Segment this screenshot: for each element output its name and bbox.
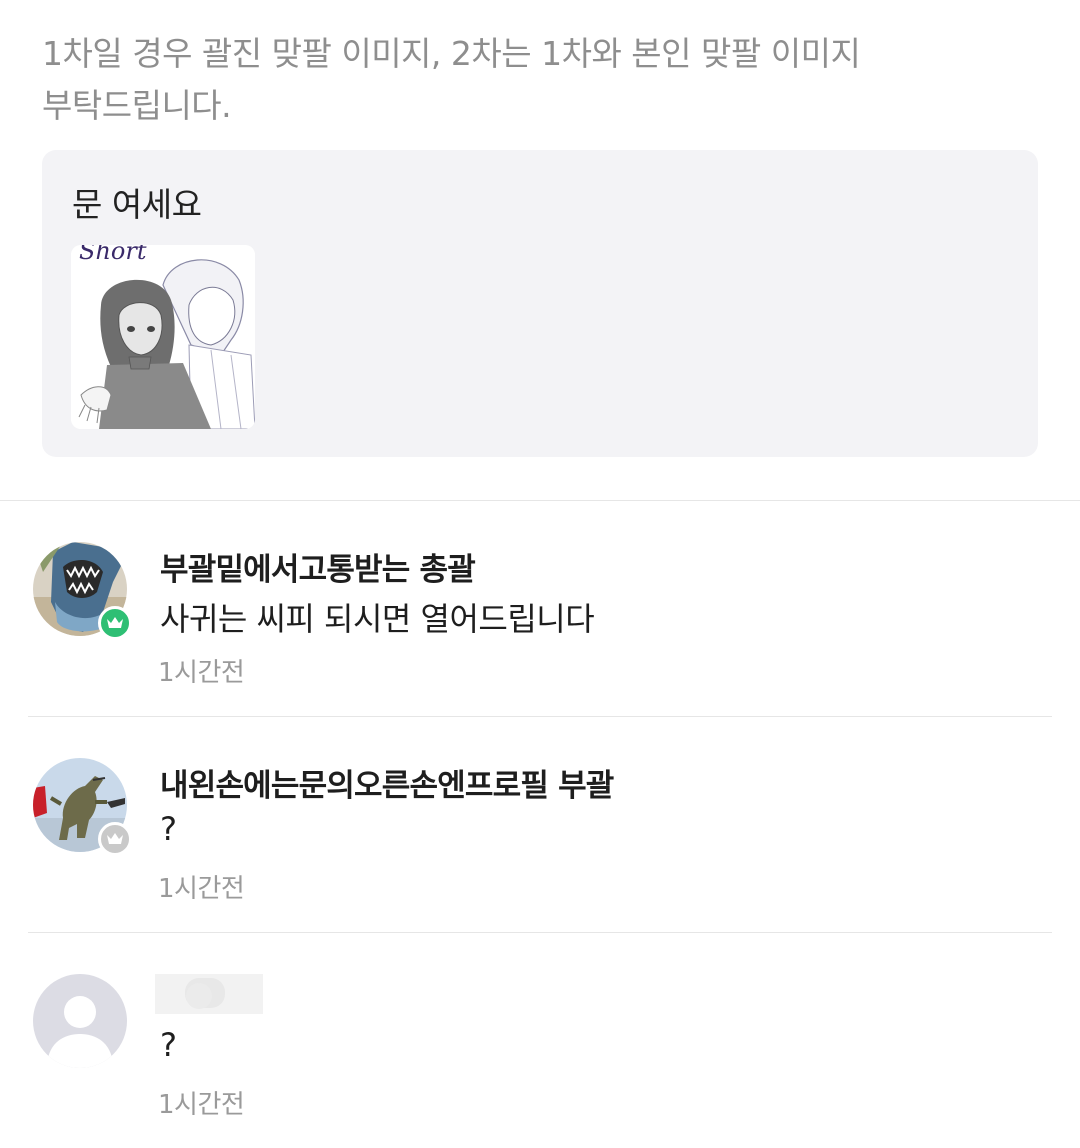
avatar[interactable] — [33, 974, 127, 1068]
anime-illustration-image: Short — [71, 245, 255, 429]
comment-time: 1시간전 — [158, 658, 245, 688]
comment-divider — [28, 932, 1052, 933]
comment-body: ? — [160, 810, 177, 848]
post-notice: 1차일 경우 괄진 맞팔 이미지, 2차는 1차와 본인 맞팔 이미지 부탁드립… — [42, 28, 1002, 132]
default-user-icon — [33, 974, 127, 1068]
comment-thread-page: 1차일 경우 괄진 맞팔 이미지, 2차는 1차와 본인 맞팔 이미지 부탁드립… — [0, 0, 1080, 1148]
comment-time: 1시간전 — [158, 1090, 245, 1120]
comment-body: 사귀는 씨피 되시면 열어드립니다 — [160, 600, 595, 638]
thumb-caption: Short — [79, 245, 147, 265]
crown-icon — [107, 617, 123, 628]
section-divider — [0, 500, 1080, 501]
notice-line: 1차일 경우 괄진 맞팔 이미지, 2차는 1차와 본인 맞팔 이미지 — [42, 34, 861, 73]
crown-badge — [98, 822, 132, 856]
notice-line: 부탁드립니다. — [42, 86, 232, 125]
quoted-message-card[interactable]: 문 여세요 Short — [42, 150, 1038, 457]
comment-author[interactable]: 내왼손에는문의오른손엔프로필 부괄 — [160, 760, 614, 805]
comment-time: 1시간전 — [158, 874, 245, 904]
redacted-author-name — [155, 972, 263, 1016]
crown-badge — [98, 606, 132, 640]
comment-author[interactable]: 부괄밑에서고통받는 총괄 — [160, 544, 476, 589]
comment-divider — [28, 716, 1052, 717]
crown-icon — [107, 833, 123, 844]
quoted-image-thumbnail[interactable]: Short — [71, 245, 255, 429]
quoted-message-text: 문 여세요 — [72, 185, 202, 224]
comment-body: ? — [160, 1026, 177, 1064]
